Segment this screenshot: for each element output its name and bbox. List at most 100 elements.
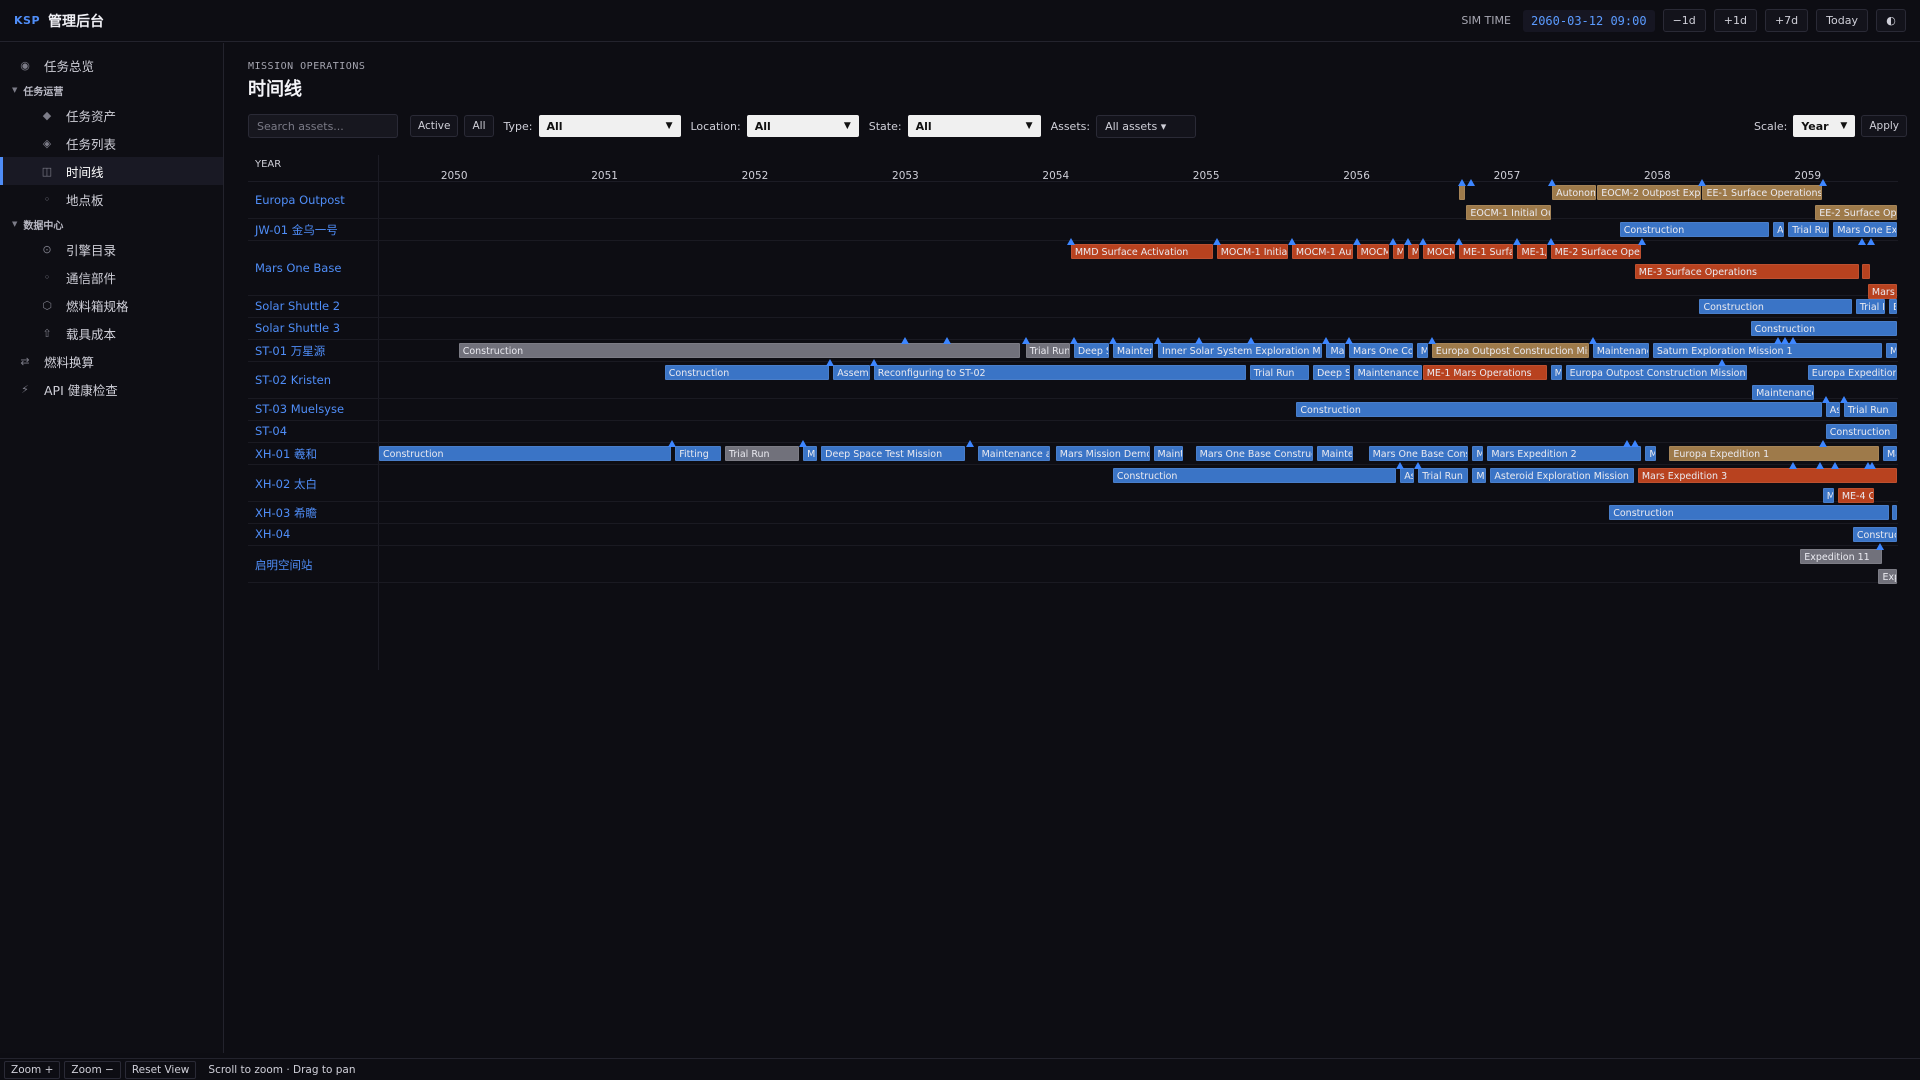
- timeline-bar[interactable]: ME-2 Surface Operations: [1550, 244, 1642, 259]
- timeline-bar[interactable]: Trial Run: [1025, 343, 1070, 358]
- timeline-bar[interactable]: Mars Mission Demo: [1055, 446, 1150, 461]
- timeline-bar[interactable]: Exp: [1878, 569, 1897, 584]
- sidebar-item[interactable]: ◉ 任务总览: [0, 51, 223, 79]
- timeline-bar[interactable]: Maintenance: [1592, 343, 1649, 358]
- sidebar-group[interactable]: ▼ 数据中心: [0, 213, 223, 235]
- timeline-bar[interactable]: Mars Expedition 3: [1637, 468, 1897, 483]
- zoom-in-button[interactable]: Zoom +: [4, 1060, 61, 1079]
- timeline-bar[interactable]: Mars One Construction: [1349, 343, 1413, 358]
- milestone-marker-icon[interactable]: [1718, 359, 1727, 366]
- timeline-bar[interactable]: Construction: [1619, 222, 1770, 237]
- timeline-bar[interactable]: Inner Solar System Exploration Mission: [1158, 343, 1323, 358]
- milestone-marker-icon[interactable]: [1875, 543, 1884, 550]
- sidebar-item[interactable]: ◦ 通信部件: [0, 263, 223, 291]
- milestone-marker-icon[interactable]: [1457, 179, 1466, 186]
- milestone-marker-icon[interactable]: [1388, 238, 1397, 245]
- timeline-bar[interactable]: ME-1 Surface Ops: [1458, 244, 1514, 259]
- asset-link[interactable]: 启明空间站: [255, 557, 313, 573]
- milestone-marker-icon[interactable]: [1322, 337, 1331, 344]
- milestone-marker-icon[interactable]: [1588, 337, 1597, 344]
- milestone-marker-icon[interactable]: [943, 337, 952, 344]
- milestone-marker-icon[interactable]: [1546, 238, 1555, 245]
- timeline-bar[interactable]: EE-1 Surface Operations: [1702, 185, 1822, 200]
- asset-link[interactable]: ST-03 Muelsyse: [255, 402, 344, 416]
- timeline-bar[interactable]: Mars One Base Construction: [1368, 446, 1469, 461]
- assets-dropdown[interactable]: All assets ▾: [1096, 114, 1197, 138]
- sidebar-item[interactable]: ◫ 时间线: [0, 157, 223, 185]
- milestone-marker-icon[interactable]: [1788, 462, 1797, 469]
- milestone-marker-icon[interactable]: [1818, 440, 1827, 447]
- timeline-bar[interactable]: Assembly: [1400, 468, 1415, 483]
- milestone-marker-icon[interactable]: [1066, 238, 1075, 245]
- timeline-bar[interactable]: M: [1822, 488, 1834, 503]
- asset-link[interactable]: XH-03 希瞻: [255, 505, 317, 521]
- zoom-out-button[interactable]: Zoom −: [64, 1060, 121, 1079]
- milestone-marker-icon[interactable]: [799, 440, 808, 447]
- milestone-marker-icon[interactable]: [1352, 238, 1361, 245]
- timeline-bar[interactable]: ME-1/2: [1517, 244, 1547, 259]
- timeline-chart[interactable]: YEAR 2050 2051 2052 2053 2054 2055 2056 2057 205…: [248, 155, 1898, 675]
- milestone-marker-icon[interactable]: [1839, 396, 1848, 403]
- sidebar-item[interactable]: ◦ 地点板: [0, 185, 223, 213]
- asset-link[interactable]: Solar Shuttle 3: [255, 321, 340, 335]
- milestone-marker-icon[interactable]: [869, 359, 878, 366]
- milestone-marker-icon[interactable]: [1821, 396, 1830, 403]
- milestone-marker-icon[interactable]: [1287, 238, 1296, 245]
- timeline-bar[interactable]: Trial Run: [724, 446, 800, 461]
- milestone-marker-icon[interactable]: [1403, 238, 1412, 245]
- timeline-bar[interactable]: Maint: [1153, 446, 1183, 461]
- timeline-bar[interactable]: MMD Surface Activation: [1070, 244, 1213, 259]
- timeline-bar[interactable]: Construction: [458, 343, 1021, 358]
- asset-link[interactable]: ST-01 万星源: [255, 343, 325, 359]
- sidebar-group[interactable]: ▼ 任务运营: [0, 79, 223, 101]
- timeline-bar[interactable]: [1458, 185, 1466, 200]
- sidebar-item[interactable]: ⬡ 燃料箱规格: [0, 291, 223, 319]
- timeline-bar[interactable]: B: [1888, 299, 1897, 314]
- timeline-bar[interactable]: Trial Run: [1249, 365, 1309, 380]
- search-input[interactable]: [248, 114, 398, 138]
- milestone-marker-icon[interactable]: [1466, 179, 1475, 186]
- timeline-bar[interactable]: Assembly: [833, 365, 870, 380]
- timeline-bar[interactable]: Ma: [1885, 343, 1897, 358]
- timeline-bar[interactable]: MOCM-2: [1356, 244, 1389, 259]
- timeline-bar[interactable]: Maint: [1326, 343, 1346, 358]
- milestone-marker-icon[interactable]: [1418, 238, 1427, 245]
- milestone-marker-icon[interactable]: [1638, 238, 1647, 245]
- timeline-bar[interactable]: Saturn Exploration Mission 1: [1652, 343, 1882, 358]
- timeline-bar[interactable]: Maintenance: [1317, 446, 1353, 461]
- timeline-bar[interactable]: MOCM: [1407, 244, 1419, 259]
- plus-7d-button[interactable]: +7d: [1764, 9, 1809, 32]
- timeline-bar[interactable]: Construction: [664, 365, 830, 380]
- sidebar-item[interactable]: ◈ 任务列表: [0, 129, 223, 157]
- reset-view-button[interactable]: Reset View: [124, 1060, 197, 1079]
- asset-link[interactable]: Mars One Base: [255, 261, 341, 275]
- sidebar-item[interactable]: ⇧ 载具成本: [0, 319, 223, 347]
- timeline-bar[interactable]: Construction: [1750, 321, 1897, 336]
- milestone-marker-icon[interactable]: [826, 359, 835, 366]
- timeline-bar[interactable]: EOCM-1 Initial Outpost: [1466, 205, 1552, 220]
- milestone-marker-icon[interactable]: [1857, 238, 1866, 245]
- timeline-bar[interactable]: M: [1392, 244, 1404, 259]
- sidebar-item[interactable]: ⚡ API 健康检查: [0, 375, 223, 403]
- timeline-bar[interactable]: Deep Space Test Mission: [821, 446, 965, 461]
- sidebar-item[interactable]: ⊙ 引擎目录: [0, 235, 223, 263]
- timeline-bar[interactable]: [1861, 264, 1870, 279]
- timeline-bar[interactable]: Europa Expedition 1: [1669, 446, 1879, 461]
- asset-link[interactable]: ST-02 Kristen: [255, 373, 331, 387]
- timeline-bar[interactable]: Reconfiguring to ST-02: [873, 365, 1246, 380]
- milestone-marker-icon[interactable]: [1427, 337, 1436, 344]
- asset-link[interactable]: ST-04: [255, 424, 287, 438]
- all-filter-button[interactable]: All: [464, 115, 494, 137]
- milestone-marker-icon[interactable]: [1868, 462, 1877, 469]
- asset-link[interactable]: Europa Outpost: [255, 193, 345, 207]
- timeline-bar[interactable]: Construction: [1852, 527, 1897, 542]
- timeline-bar[interactable]: Mars Expedition 2: [1487, 446, 1642, 461]
- milestone-marker-icon[interactable]: [1866, 238, 1875, 245]
- milestone-marker-icon[interactable]: [1414, 462, 1423, 469]
- milestone-marker-icon[interactable]: [1818, 179, 1827, 186]
- plus-1d-button[interactable]: +1d: [1713, 9, 1757, 32]
- timeline-bar[interactable]: Trial Run: [1843, 402, 1897, 417]
- milestone-marker-icon[interactable]: [1396, 462, 1405, 469]
- type-select[interactable]: All ▼: [538, 115, 681, 137]
- timeline-bar[interactable]: M: [1645, 446, 1657, 461]
